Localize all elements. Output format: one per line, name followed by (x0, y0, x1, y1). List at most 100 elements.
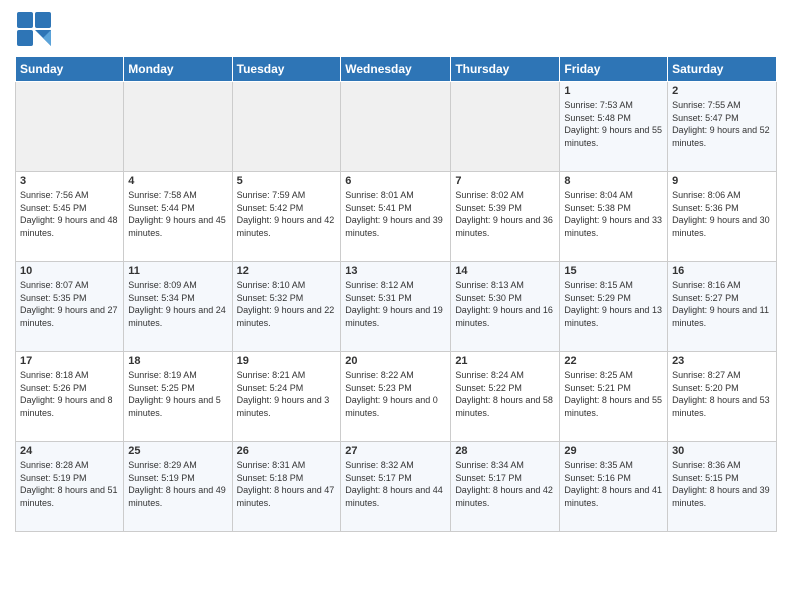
calendar-cell (16, 82, 124, 172)
day-number: 3 (20, 175, 119, 187)
day-info: Sunrise: 8:32 AM Sunset: 5:17 PM Dayligh… (345, 459, 446, 509)
day-info: Sunrise: 8:31 AM Sunset: 5:18 PM Dayligh… (237, 459, 337, 509)
weekday-header-row: SundayMondayTuesdayWednesdayThursdayFrid… (16, 57, 777, 82)
day-info: Sunrise: 8:06 AM Sunset: 5:36 PM Dayligh… (672, 189, 772, 239)
day-number: 12 (237, 265, 337, 277)
weekday-header-thursday: Thursday (451, 57, 560, 82)
calendar-cell: 21 Sunrise: 8:24 AM Sunset: 5:22 PM Dayli… (451, 352, 560, 442)
day-info: Sunrise: 8:28 AM Sunset: 5:19 PM Dayligh… (20, 459, 119, 509)
day-number: 17 (20, 355, 119, 367)
day-number: 21 (455, 355, 555, 367)
day-info: Sunrise: 8:10 AM Sunset: 5:32 PM Dayligh… (237, 279, 337, 329)
day-number: 16 (672, 265, 772, 277)
day-number: 24 (20, 445, 119, 457)
calendar-cell: 20 Sunrise: 8:22 AM Sunset: 5:23 PM Dayli… (341, 352, 451, 442)
day-number: 10 (20, 265, 119, 277)
weekday-header-wednesday: Wednesday (341, 57, 451, 82)
calendar-cell: 22Sunrise: 8:25 AM Sunset: 5:21 PM Dayli… (560, 352, 668, 442)
day-number: 27 (345, 445, 446, 457)
calendar-cell: 17 Sunrise: 8:18 AM Sunset: 5:26 PM Dayli… (16, 352, 124, 442)
calendar-cell: 29 Sunrise: 8:35 AM Sunset: 5:16 PM Dayli… (560, 442, 668, 532)
day-info: Sunrise: 8:29 AM Sunset: 5:19 PM Dayligh… (128, 459, 227, 509)
calendar-table: SundayMondayTuesdayWednesdayThursdayFrid… (15, 56, 777, 532)
calendar-cell: 27 Sunrise: 8:32 AM Sunset: 5:17 PM Dayli… (341, 442, 451, 532)
day-info: Sunrise: 7:58 AM Sunset: 5:44 PM Dayligh… (128, 189, 227, 239)
logo (15, 10, 57, 48)
calendar-cell (341, 82, 451, 172)
calendar-cell: 5 Sunrise: 7:59 AM Sunset: 5:42 PM Daylig… (232, 172, 341, 262)
day-number: 11 (128, 265, 227, 277)
calendar-cell: 28 Sunrise: 8:34 AM Sunset: 5:17 PM Dayli… (451, 442, 560, 532)
day-info: Sunrise: 8:24 AM Sunset: 5:22 PM Dayligh… (455, 369, 555, 419)
page: SundayMondayTuesdayWednesdayThursdayFrid… (0, 0, 792, 612)
day-number: 14 (455, 265, 555, 277)
day-info: Sunrise: 8:13 AM Sunset: 5:30 PM Dayligh… (455, 279, 555, 329)
day-info: Sunrise: 8:01 AM Sunset: 5:41 PM Dayligh… (345, 189, 446, 239)
calendar-cell: 24 Sunrise: 8:28 AM Sunset: 5:19 PM Dayli… (16, 442, 124, 532)
calendar-cell (232, 82, 341, 172)
day-info: Sunrise: 8:35 AM Sunset: 5:16 PM Dayligh… (564, 459, 663, 509)
calendar-cell: 11Sunrise: 8:09 AM Sunset: 5:34 PM Dayli… (124, 262, 232, 352)
calendar-cell: 2 Sunrise: 7:55 AM Sunset: 5:47 PM Daylig… (668, 82, 777, 172)
weekday-header-monday: Monday (124, 57, 232, 82)
day-number: 15 (564, 265, 663, 277)
logo-icon (15, 10, 53, 48)
day-info: Sunrise: 8:19 AM Sunset: 5:25 PM Dayligh… (128, 369, 227, 419)
day-number: 26 (237, 445, 337, 457)
calendar-cell: 19Sunrise: 8:21 AM Sunset: 5:24 PM Dayli… (232, 352, 341, 442)
day-info: Sunrise: 7:55 AM Sunset: 5:47 PM Dayligh… (672, 99, 772, 149)
day-info: Sunrise: 8:18 AM Sunset: 5:26 PM Dayligh… (20, 369, 119, 419)
day-info: Sunrise: 8:02 AM Sunset: 5:39 PM Dayligh… (455, 189, 555, 239)
day-number: 1 (564, 85, 663, 97)
calendar-cell: 26 Sunrise: 8:31 AM Sunset: 5:18 PM Dayli… (232, 442, 341, 532)
calendar-week-3: 10 Sunrise: 8:07 AM Sunset: 5:35 PM Dayli… (16, 262, 777, 352)
calendar-cell: 14 Sunrise: 8:13 AM Sunset: 5:30 PM Dayli… (451, 262, 560, 352)
weekday-header-tuesday: Tuesday (232, 57, 341, 82)
calendar-cell: 25 Sunrise: 8:29 AM Sunset: 5:19 PM Dayli… (124, 442, 232, 532)
calendar-cell: 18 Sunrise: 8:19 AM Sunset: 5:25 PM Dayli… (124, 352, 232, 442)
calendar-week-5: 24 Sunrise: 8:28 AM Sunset: 5:19 PM Dayli… (16, 442, 777, 532)
weekday-header-friday: Friday (560, 57, 668, 82)
calendar-cell: 7 Sunrise: 8:02 AM Sunset: 5:39 PM Daylig… (451, 172, 560, 262)
day-number: 18 (128, 355, 227, 367)
calendar-cell: 1 Sunrise: 7:53 AM Sunset: 5:48 PM Daylig… (560, 82, 668, 172)
calendar-week-1: 1 Sunrise: 7:53 AM Sunset: 5:48 PM Daylig… (16, 82, 777, 172)
day-info: Sunrise: 8:22 AM Sunset: 5:23 PM Dayligh… (345, 369, 446, 419)
day-info: Sunrise: 8:04 AM Sunset: 5:38 PM Dayligh… (564, 189, 663, 239)
day-info: Sunrise: 8:27 AM Sunset: 5:20 PM Dayligh… (672, 369, 772, 419)
day-number: 30 (672, 445, 772, 457)
calendar-cell: 4Sunrise: 7:58 AM Sunset: 5:44 PM Daylig… (124, 172, 232, 262)
day-number: 23 (672, 355, 772, 367)
calendar-cell: 6 Sunrise: 8:01 AM Sunset: 5:41 PM Daylig… (341, 172, 451, 262)
calendar-cell: 30 Sunrise: 8:36 AM Sunset: 5:15 PM Dayli… (668, 442, 777, 532)
day-number: 20 (345, 355, 446, 367)
day-number: 8 (564, 175, 663, 187)
day-info: Sunrise: 8:34 AM Sunset: 5:17 PM Dayligh… (455, 459, 555, 509)
calendar-cell: 15Sunrise: 8:15 AM Sunset: 5:29 PM Dayli… (560, 262, 668, 352)
day-info: Sunrise: 8:36 AM Sunset: 5:15 PM Dayligh… (672, 459, 772, 509)
calendar-cell: 9 Sunrise: 8:06 AM Sunset: 5:36 PM Daylig… (668, 172, 777, 262)
day-number: 29 (564, 445, 663, 457)
header (15, 10, 777, 48)
day-number: 28 (455, 445, 555, 457)
calendar-cell: 12 Sunrise: 8:10 AM Sunset: 5:32 PM Dayli… (232, 262, 341, 352)
day-number: 2 (672, 85, 772, 97)
day-info: Sunrise: 7:53 AM Sunset: 5:48 PM Dayligh… (564, 99, 663, 149)
calendar-cell: 3Sunrise: 7:56 AM Sunset: 5:45 PM Daylig… (16, 172, 124, 262)
calendar-week-2: 3Sunrise: 7:56 AM Sunset: 5:45 PM Daylig… (16, 172, 777, 262)
day-info: Sunrise: 8:12 AM Sunset: 5:31 PM Dayligh… (345, 279, 446, 329)
calendar-cell: 13Sunrise: 8:12 AM Sunset: 5:31 PM Dayli… (341, 262, 451, 352)
day-number: 5 (237, 175, 337, 187)
calendar-week-4: 17 Sunrise: 8:18 AM Sunset: 5:26 PM Dayli… (16, 352, 777, 442)
calendar-cell (451, 82, 560, 172)
day-number: 25 (128, 445, 227, 457)
day-number: 9 (672, 175, 772, 187)
day-info: Sunrise: 8:07 AM Sunset: 5:35 PM Dayligh… (20, 279, 119, 329)
calendar-cell: 10 Sunrise: 8:07 AM Sunset: 5:35 PM Dayli… (16, 262, 124, 352)
day-info: Sunrise: 8:25 AM Sunset: 5:21 PM Dayligh… (564, 369, 663, 419)
calendar-cell: 8 Sunrise: 8:04 AM Sunset: 5:38 PM Daylig… (560, 172, 668, 262)
day-number: 6 (345, 175, 446, 187)
day-info: Sunrise: 7:59 AM Sunset: 5:42 PM Dayligh… (237, 189, 337, 239)
calendar-cell: 23 Sunrise: 8:27 AM Sunset: 5:20 PM Dayli… (668, 352, 777, 442)
day-number: 7 (455, 175, 555, 187)
